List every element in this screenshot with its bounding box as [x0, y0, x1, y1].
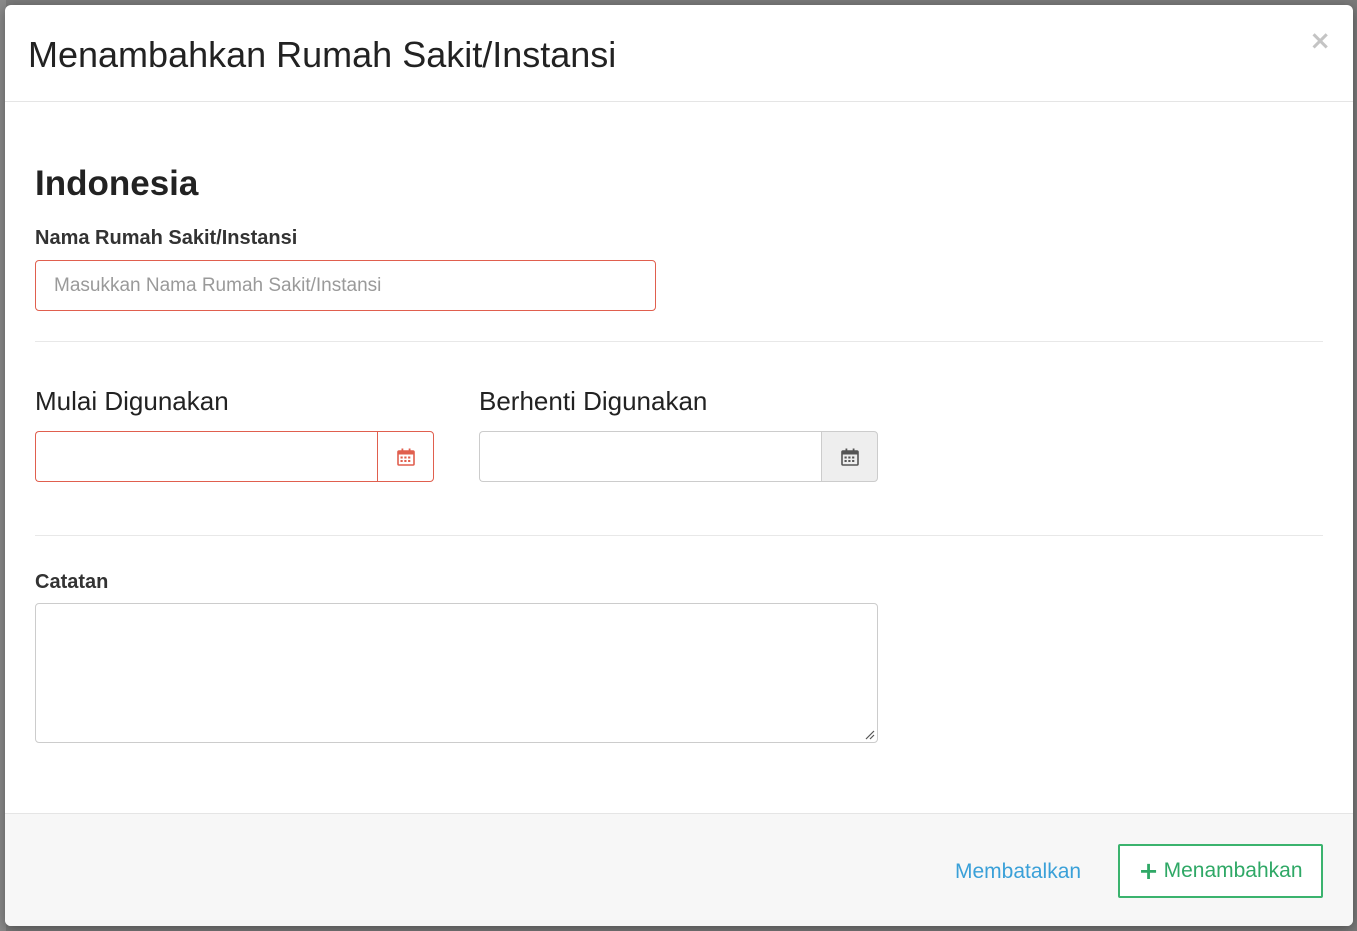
cancel-button[interactable]: Membatalkan — [955, 860, 1081, 884]
section-title: Indonesia — [35, 164, 199, 203]
start-date-label: Mulai Digunakan — [35, 386, 229, 416]
calendar-icon — [840, 448, 859, 466]
add-button[interactable]: + Menambahkan — [1118, 844, 1323, 898]
name-field-label: Nama Rumah Sakit/Instansi — [35, 227, 298, 249]
start-date-picker-button[interactable] — [377, 431, 434, 482]
hospital-name-input[interactable] — [35, 260, 656, 311]
end-date-input[interactable] — [479, 431, 821, 482]
notes-label: Catatan — [35, 571, 109, 593]
add-button-label: Menambahkan — [1163, 859, 1303, 882]
start-date-group — [35, 431, 434, 482]
end-date-group — [479, 431, 878, 482]
end-date-picker-button[interactable] — [821, 431, 878, 482]
modal-header: Menambahkan Rumah Sakit/Instansi × — [5, 5, 1353, 102]
add-hospital-modal: Menambahkan Rumah Sakit/Instansi × Indon… — [5, 5, 1353, 926]
notes-textarea[interactable] — [35, 603, 878, 743]
calendar-icon — [396, 448, 415, 466]
modal-footer: Membatalkan + Menambahkan — [5, 813, 1353, 926]
start-date-input[interactable] — [35, 431, 377, 482]
end-date-label: Berhenti Digunakan — [479, 386, 708, 416]
modal-title: Menambahkan Rumah Sakit/Instansi — [28, 34, 617, 75]
plus-icon: + — [1138, 857, 1159, 885]
resize-handle-icon[interactable] — [863, 728, 875, 740]
close-button[interactable]: × — [1309, 27, 1331, 55]
divider — [35, 341, 1323, 342]
divider — [35, 535, 1323, 536]
close-icon: × — [1309, 26, 1331, 56]
modal-body: Indonesia Nama Rumah Sakit/Instansi Mula… — [35, 102, 1323, 812]
